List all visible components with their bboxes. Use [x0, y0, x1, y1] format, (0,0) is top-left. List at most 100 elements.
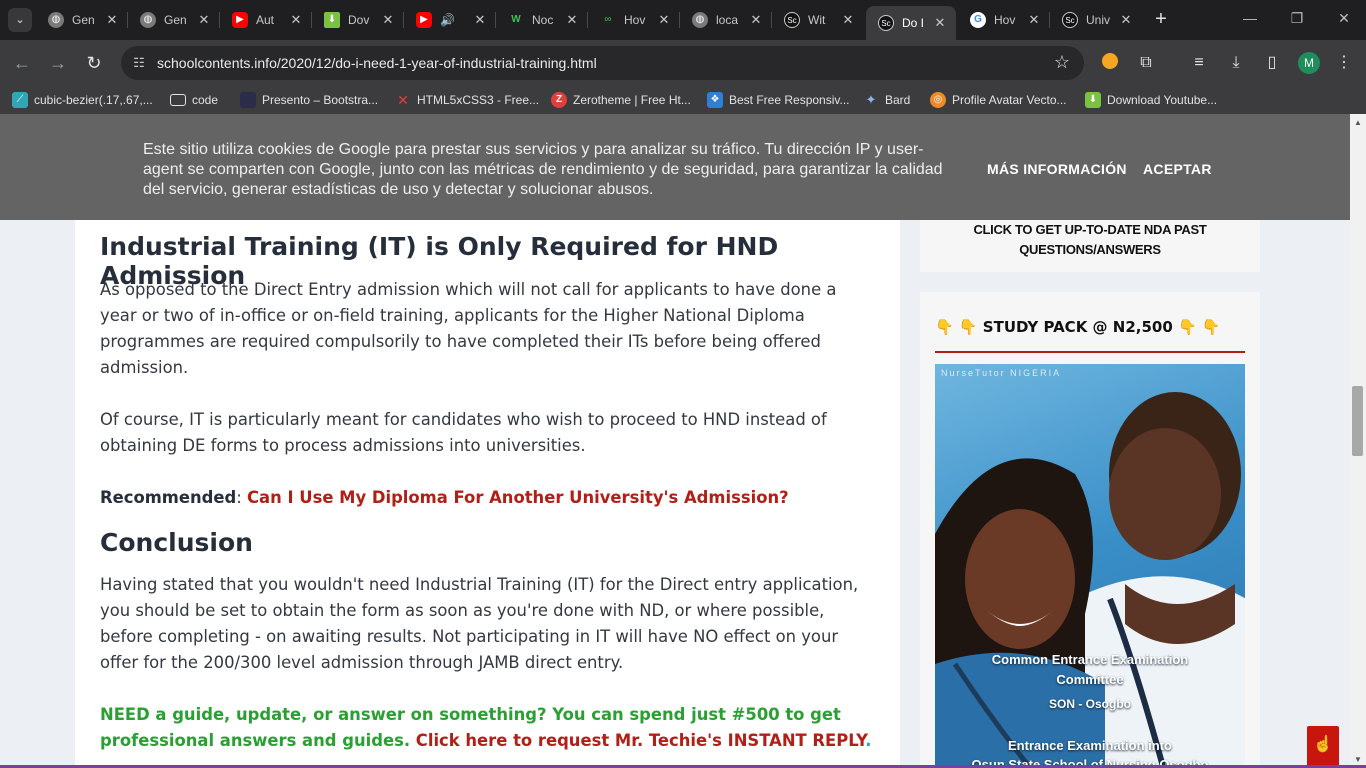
tab-title: Wit	[808, 13, 826, 27]
bookmark-label: code	[192, 93, 219, 107]
image-caption: SON - Osogbo	[1049, 697, 1131, 711]
youtube-icon: ▶	[416, 12, 432, 28]
close-icon[interactable]: ✕	[1026, 12, 1042, 28]
reload-icon[interactable]: ↻	[83, 52, 105, 74]
paragraph: Having stated that you wouldn't need Ind…	[100, 575, 859, 672]
bookmark-item[interactable]: ⟋ cubic-bezier(.17,.67,...	[12, 92, 153, 108]
bookmark-item[interactable]: Z Zerotheme | Free Ht...	[551, 92, 691, 108]
folder-icon	[170, 94, 186, 106]
tab-title: Noc	[532, 13, 554, 27]
browser-toolbar: ← → ↻ ☷ schoolcontents.info/2020/12/do-i…	[0, 40, 1366, 86]
bookmark-item[interactable]: ✕ HTML5xCSS3 - Free...	[395, 92, 539, 108]
downloads-icon[interactable]: ⤓	[1226, 53, 1246, 73]
image-caption: Entrance Examination into	[1008, 738, 1172, 753]
close-icon[interactable]: ✕	[472, 12, 488, 28]
close-icon[interactable]: ✕	[288, 12, 304, 28]
extensions-puzzle-icon[interactable]: ⧉	[1136, 53, 1156, 73]
youtube-icon: ▶	[232, 12, 248, 28]
tab-2[interactable]: ◍ Gen ✕	[128, 6, 220, 34]
tab-1[interactable]: ◍ Gen ✕	[36, 6, 128, 34]
globe-icon: ◍	[140, 12, 156, 28]
bookmark-star-icon[interactable]: ☆	[1054, 52, 1070, 73]
bookmark-item[interactable]: Presento – Bootstra...	[240, 92, 378, 108]
tab-5[interactable]: ▶ 🔊 ✕	[404, 6, 496, 34]
download-icon: ⬇	[324, 12, 340, 28]
minimize-icon[interactable]: —	[1240, 10, 1260, 26]
tab-3[interactable]: ▶ Aut ✕	[220, 6, 312, 34]
instant-reply-link[interactable]: Click here to request Mr. Techie's INSTA…	[416, 731, 866, 750]
tab-strip: ⌄ ◍ Gen ✕ ◍ Gen ✕ ▶ Aut ✕ ⬇ Dov ✕ ▶ 🔊 ✕ …	[0, 0, 1366, 40]
bookmarks-bar: ⟋ cubic-bezier(.17,.67,... code Presento…	[0, 86, 1366, 114]
tab-6[interactable]: W Noc ✕	[496, 6, 588, 34]
download-icon: ⬇	[1085, 92, 1101, 108]
tab-8[interactable]: ◍ loca ✕	[680, 6, 772, 34]
restore-icon[interactable]: ❐	[1287, 10, 1307, 27]
recommended-link[interactable]: Can I Use My Diploma For Another Univers…	[247, 488, 789, 507]
close-icon[interactable]: ✕	[380, 12, 396, 28]
profile-avatar[interactable]: M	[1298, 52, 1320, 74]
bookmark-site-icon: ❖	[707, 92, 723, 108]
bookmark-folder[interactable]: code	[170, 92, 218, 108]
bookmark-item[interactable]: ⬇ Download Youtube...	[1085, 92, 1217, 108]
cookie-banner: Este sitio utiliza cookies de Google par…	[0, 114, 1350, 220]
google-icon: G	[970, 12, 986, 28]
close-icon[interactable]: ✕	[656, 12, 672, 28]
tab-7[interactable]: ∞ Hov ✕	[588, 6, 680, 34]
speaker-icon[interactable]: 🔊	[440, 13, 458, 27]
bookmark-item[interactable]: ✦ Bard	[863, 92, 911, 108]
cta-period: .	[865, 731, 872, 750]
avatar-site-icon: ◎	[930, 92, 946, 108]
tab-9[interactable]: Sc Wit ✕	[772, 6, 864, 34]
url-text[interactable]: schoolcontents.info/2020/12/do-i-need-1-…	[157, 55, 597, 71]
address-bar[interactable]: ☷ schoolcontents.info/2020/12/do-i-need-…	[121, 46, 1084, 80]
bookmark-item[interactable]: ❖ Best Free Responsiv...	[707, 92, 850, 108]
tab-title: Univ	[1086, 13, 1111, 27]
close-icon[interactable]: ✕	[932, 15, 948, 31]
tab-11[interactable]: G Hov ✕	[958, 6, 1050, 34]
back-icon[interactable]: ←	[11, 52, 33, 74]
study-pack-image[interactable]: NurseTutor NIGERIA Common Entrance Exami…	[935, 364, 1245, 768]
close-icon[interactable]: ✕	[196, 12, 212, 28]
scrollbar-thumb[interactable]	[1352, 386, 1363, 456]
sc-icon: Sc	[878, 15, 894, 31]
nda-past-questions-link[interactable]: CLICK TO GET UP-TO-DATE NDA PAST QUESTIO…	[920, 220, 1260, 260]
tab-search-icon[interactable]: ⌄	[8, 8, 32, 32]
close-icon[interactable]: ✕	[840, 12, 856, 28]
globe-icon: ◍	[692, 12, 708, 28]
new-tab-button[interactable]: +	[1150, 8, 1172, 32]
nursetutor-brand: NurseTutor NIGERIA	[941, 368, 1062, 378]
close-icon[interactable]: ✕	[1118, 12, 1134, 28]
more-info-button[interactable]: MÁS INFORMACIÓN	[987, 161, 1127, 177]
side-panel-icon[interactable]: ▯	[1262, 53, 1282, 73]
bookmark-item[interactable]: ◎ Profile Avatar Vecto...	[930, 92, 1067, 108]
media-control-icon[interactable]: ≡	[1189, 53, 1209, 73]
floating-hand-pointer-button[interactable]: ☝	[1307, 726, 1339, 768]
accept-button[interactable]: ACEPTAR	[1143, 161, 1212, 177]
cookie-notice-text: Este sitio utiliza cookies de Google par…	[143, 141, 943, 198]
page-scrollbar[interactable]: ▲ ▼	[1350, 114, 1366, 768]
menu-kebab-icon[interactable]: ⋮	[1334, 53, 1354, 73]
scroll-down-icon[interactable]: ▼	[1350, 755, 1366, 764]
paragraph: Of course, IT is particularly meant for …	[100, 410, 827, 455]
close-icon[interactable]: ✕	[104, 12, 120, 28]
tab-title: Hov	[624, 13, 646, 27]
cta-paragraph: NEED a guide, update, or answer on somet…	[100, 702, 875, 754]
bookmark-label: Download Youtube...	[1107, 93, 1218, 107]
extension-coin-icon[interactable]	[1100, 53, 1120, 73]
tab-title: Gen	[72, 13, 95, 27]
tab-active[interactable]: Sc Do I ✕	[866, 6, 956, 40]
paragraph: As opposed to the Direct Entry admission…	[100, 280, 837, 377]
tab-4[interactable]: ⬇ Dov ✕	[312, 6, 404, 34]
tab-12[interactable]: Sc Univ ✕	[1050, 6, 1142, 34]
window-close-icon[interactable]: ✕	[1334, 10, 1354, 27]
close-icon[interactable]: ✕	[564, 12, 580, 28]
forward-icon[interactable]: →	[47, 52, 69, 74]
tab-title: loca	[716, 13, 739, 27]
close-icon[interactable]: ✕	[748, 12, 764, 28]
bookmark-label: Best Free Responsiv...	[729, 93, 850, 107]
curve-icon: ⟋	[12, 92, 28, 108]
presento-icon	[240, 92, 256, 108]
site-info-icon[interactable]: ☷	[129, 53, 149, 73]
scroll-up-icon[interactable]: ▲	[1350, 118, 1366, 127]
page-viewport: Industrial Training (IT) is Only Require…	[0, 114, 1350, 768]
